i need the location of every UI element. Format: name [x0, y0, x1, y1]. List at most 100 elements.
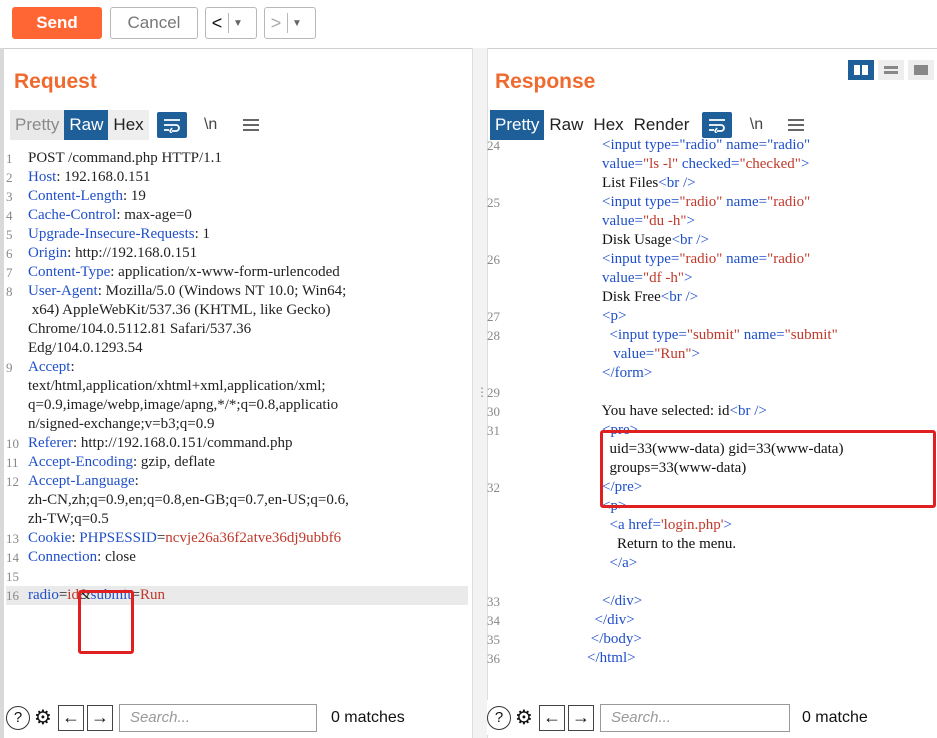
code-line: 12 Accept-Language: [6, 472, 468, 491]
code-token: PHPSESSID [79, 530, 157, 546]
code-token: > [683, 270, 693, 286]
prev-match-button[interactable]: ← [57, 704, 84, 731]
settings-gear-icon[interactable]: ⚙ [515, 705, 533, 730]
code-token: : application/x-www-form-urlencoded [110, 264, 340, 280]
forward-dropdown-icon[interactable]: ▼ [288, 18, 306, 29]
next-match-button[interactable]: → [567, 704, 594, 731]
code-token: <p> [587, 308, 627, 324]
line-content: x64) AppleWebKit/537.36 (KHTML, like Gec… [28, 301, 331, 320]
code-line: 6 Origin: http://192.168.0.151 [6, 244, 468, 263]
line-number: 6 [6, 246, 13, 261]
tab-pretty[interactable]: Pretty [10, 110, 65, 140]
line-content: </div> [587, 611, 635, 630]
code-token: : http://192.168.0.151/command.php [72, 435, 293, 451]
line-number: 32 [487, 480, 500, 495]
code-token: Edg/104.0.1293.54 [28, 340, 143, 356]
code-token: : close [97, 549, 136, 565]
code-token: "radio" [679, 251, 723, 267]
cancel-button[interactable]: Cancel [110, 7, 198, 39]
code-line: q=0.9,image/webp,image/apng,*/*;q=0.8,ap… [6, 396, 468, 415]
code-token: Disk Free [587, 289, 661, 305]
history-back-control[interactable]: < ▼ [205, 7, 257, 39]
prev-match-button[interactable]: ← [538, 704, 565, 731]
line-number [487, 364, 587, 383]
code-line: 27 <p> [487, 307, 937, 326]
code-line: 29 [487, 383, 937, 402]
help-icon[interactable]: ? [487, 705, 511, 730]
highlight-box-request [78, 590, 134, 654]
code-token: n/signed-exchange;v=b3;q=0.9 [28, 416, 215, 432]
code-line: text/html,application/xhtml+xml,applicat… [6, 377, 468, 396]
request-editor[interactable]: 1 POST /command.php HTTP/1.1 2 Host: 192.16… [6, 149, 468, 605]
line-content: <p> [587, 307, 626, 326]
menu-icon[interactable] [780, 111, 812, 139]
code-token: Content-Type [28, 264, 111, 280]
code-line: </form> [487, 364, 937, 383]
divider-grip-icon[interactable]: ⋮ [476, 385, 488, 399]
line-number: 1 [6, 151, 13, 166]
line-content: Disk Usage<br /> [587, 231, 709, 250]
code-token: : 192.168.0.151 [56, 169, 151, 185]
code-token: "du -h" [642, 213, 687, 229]
forward-arrow-icon[interactable]: > [265, 13, 287, 34]
code-token: List Files [587, 175, 659, 191]
code-token: value= [587, 156, 643, 172]
line-number: 24 [487, 138, 500, 153]
tab-hex[interactable]: Hex [108, 110, 149, 140]
back-dropdown-icon[interactable]: ▼ [229, 18, 247, 29]
code-line: 2 Host: 192.168.0.151 [6, 168, 468, 187]
code-token: : max-age=0 [116, 207, 192, 223]
line-content: </body> [587, 630, 642, 649]
line-number: 10 [6, 436, 19, 451]
code-line: value="Run"> [487, 345, 937, 364]
send-button[interactable]: Send [12, 7, 102, 39]
code-line: zh-TW;q=0.5 [6, 510, 468, 529]
menu-icon[interactable] [235, 111, 267, 139]
code-line: 9 Accept: [6, 358, 468, 377]
line-content: User-Agent: Mozilla/5.0 (Windows NT 10.0… [28, 282, 346, 301]
back-arrow-icon[interactable]: < [206, 13, 228, 34]
response-search-bar: ? ⚙ ← → Search... 0 matche [487, 700, 937, 735]
line-number: 11 [6, 455, 19, 470]
line-content: value="Run"> [587, 345, 700, 364]
response-editor[interactable]: 24 <input type="radio" name="radio" valu… [487, 136, 937, 700]
settings-gear-icon[interactable]: ⚙ [34, 705, 52, 730]
code-line: 14 Connection: close [6, 548, 468, 567]
code-line: 10 Referer: http://192.168.0.151/command.… [6, 434, 468, 453]
horizontal-view-icon[interactable] [878, 60, 904, 80]
line-content: Content-Type: application/x-www-form-url… [28, 263, 340, 282]
help-icon[interactable]: ? [6, 705, 30, 730]
line-number [6, 320, 28, 339]
line-content: value="df -h"> [587, 269, 692, 288]
line-number [487, 573, 587, 592]
code-token: <br /> [671, 232, 709, 248]
code-line: Return to the menu. [487, 535, 937, 554]
show-newlines-button[interactable]: \n [195, 111, 227, 139]
vertical-view-icon[interactable] [908, 60, 934, 80]
next-match-button[interactable]: → [86, 704, 113, 731]
pane-divider[interactable]: ⋮ [472, 48, 488, 738]
word-wrap-icon[interactable] [156, 112, 187, 138]
search-input[interactable]: Search... [599, 703, 790, 732]
tab-raw[interactable]: Raw [64, 110, 109, 140]
line-content: Edg/104.0.1293.54 [28, 339, 143, 358]
show-newlines-button[interactable]: \n [740, 111, 772, 139]
split-view-icon[interactable] [848, 60, 874, 80]
line-number: 15 [6, 569, 19, 584]
code-token: "submit" [686, 327, 740, 343]
line-content: Chrome/104.0.5112.81 Safari/537.36 [28, 320, 251, 339]
code-token: </html> [587, 650, 636, 666]
code-line: 35 </body> [487, 630, 937, 649]
line-number [487, 516, 587, 535]
code-token: Run [139, 587, 165, 603]
line-number: 4 [6, 208, 13, 223]
code-token: Accept-Language [28, 473, 135, 489]
left-edge [0, 48, 4, 738]
line-number [6, 396, 28, 415]
code-token: "Run" [654, 346, 692, 362]
word-wrap-icon[interactable] [702, 112, 733, 138]
code-token: <br /> [660, 289, 699, 305]
search-input[interactable]: Search... [118, 703, 317, 732]
code-token: value= [587, 346, 655, 362]
history-forward-control[interactable]: > ▼ [264, 7, 316, 39]
